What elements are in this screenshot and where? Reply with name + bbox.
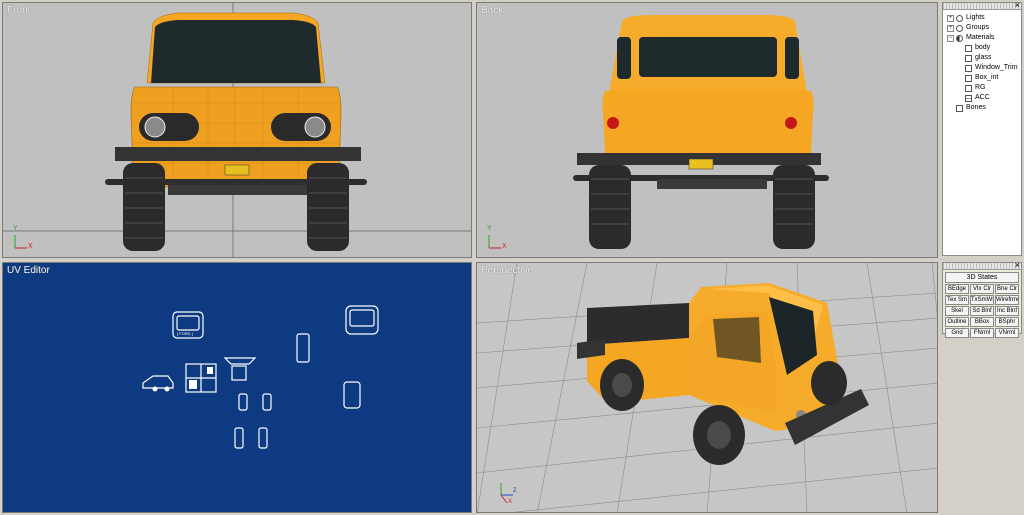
front-view-canvas [3,3,471,257]
tree-item-label: Materials [966,34,995,41]
toggle-inc-blnf-button[interactable]: Inc Blnf [995,306,1019,316]
tree-item-label: body [975,44,991,51]
material-icon [956,34,963,42]
material-texture-icon [965,94,972,102]
scene-tree-panel: × + Lights + Groups − Materials body glass … [942,0,1022,256]
tree-item-label: ACC [975,94,990,101]
perspective-canvas [477,263,937,512]
expand-icon[interactable]: + [947,14,954,22]
toggle-vnrml-button[interactable]: VNrml [995,328,1019,338]
collapse-icon[interactable]: − [947,34,954,42]
tree-item-label: Groups [966,24,989,31]
scene-tree: + Lights + Groups − Materials body glass Wi… [943,10,1021,113]
tree-item-label: Bones [966,104,986,111]
toggle-tex-sm-button[interactable]: Tex Sm [945,295,969,305]
tree-item-glass[interactable]: glass [947,53,1021,63]
close-icon[interactable]: × [1015,260,1020,270]
front-viewport[interactable]: Front Y X [2,2,472,258]
uv-plate-text: [ FORD ] [177,331,193,336]
front-axis-y-label: Y [13,225,18,232]
toggle-wireframe-button[interactable]: Wirefrme [995,295,1019,305]
toggle-outline-button[interactable]: Outline [945,317,969,327]
panel-grip[interactable]: × [943,260,1021,270]
toggle-fnrml-button[interactable]: FNrml [970,328,994,338]
3d-states-grid: BEdge Vtx Clr Bne Clr Tex Sm TxSmWt Wire… [943,284,1021,338]
bone-icon [956,104,963,112]
material-swatch-icon [965,74,972,82]
front-viewport-label: Front [7,5,31,16]
uv-map-canvas [142,305,379,449]
light-icon [956,14,963,22]
back-axis-y-label: Y [487,225,492,232]
tree-item-label: Lights [966,14,985,21]
3d-states-panel: × 3D States BEdge Vtx Clr Bne Clr Tex Sm… [942,260,1022,338]
material-swatch-icon [965,84,972,92]
tree-item-body[interactable]: body [947,43,1021,53]
modeler-window: Front Y X Back Y X UV Editor [FORD] Pe… [0,0,1024,515]
perspective-label: Perspective [481,265,534,276]
tree-item-groups[interactable]: + Groups [947,23,1021,33]
back-viewport-label: Back [481,5,504,16]
material-swatch-icon [965,64,972,72]
material-swatch-icon [965,54,972,62]
front-axis-x-label: X [28,243,33,250]
toggle-sd-blnf-button[interactable]: Sd Blnf [970,306,994,316]
back-viewport[interactable]: Back Y X [476,2,938,258]
toggle-skel-button[interactable]: Skel [945,306,969,316]
toggle-bne-clr-button[interactable]: Bne Clr [995,284,1019,294]
toggle-bsphr-button[interactable]: BSphr [995,317,1019,327]
tree-item-window-trim[interactable]: Window_Trim [947,63,1021,73]
uv-editor-label: UV Editor [7,265,50,276]
tree-item-label: Box_int [975,74,999,81]
back-axis-x-label: X [502,243,507,250]
uv-editor-viewport[interactable]: UV Editor [FORD] [2,262,472,513]
tree-item-materials[interactable]: − Materials [947,33,1021,43]
toggle-grid-button[interactable]: Grid [945,328,969,338]
back-view-canvas [488,15,829,249]
tree-item-box-int[interactable]: Box_int [947,73,1021,83]
toggle-txsmwt-button[interactable]: TxSmWt [970,295,994,305]
tree-item-label: RG [975,84,986,91]
3d-states-title[interactable]: 3D States [945,272,1019,283]
tree-item-label: glass [975,54,992,61]
toggle-bedge-button[interactable]: BEdge [945,284,969,294]
persp-axis-z-label: Z [513,488,517,494]
tree-item-label: Window_Trim [975,64,1018,71]
panel-grip[interactable]: × [943,0,1021,10]
group-icon [956,24,963,32]
tree-item-bones[interactable]: Bones [947,103,1021,113]
tree-item-acc[interactable]: ACC [947,93,1021,103]
expand-icon[interactable]: + [947,24,954,32]
tree-item-lights[interactable]: + Lights [947,13,1021,23]
close-icon[interactable]: × [1015,0,1020,10]
material-swatch-icon [965,44,972,52]
perspective-viewport[interactable]: Perspective Z X [476,262,938,513]
tree-item-rg[interactable]: RG [947,83,1021,93]
toggle-bbox-button[interactable]: BBox [970,317,994,327]
persp-axis-x-label: X [508,499,513,505]
toggle-vtx-clr-button[interactable]: Vtx Clr [970,284,994,294]
